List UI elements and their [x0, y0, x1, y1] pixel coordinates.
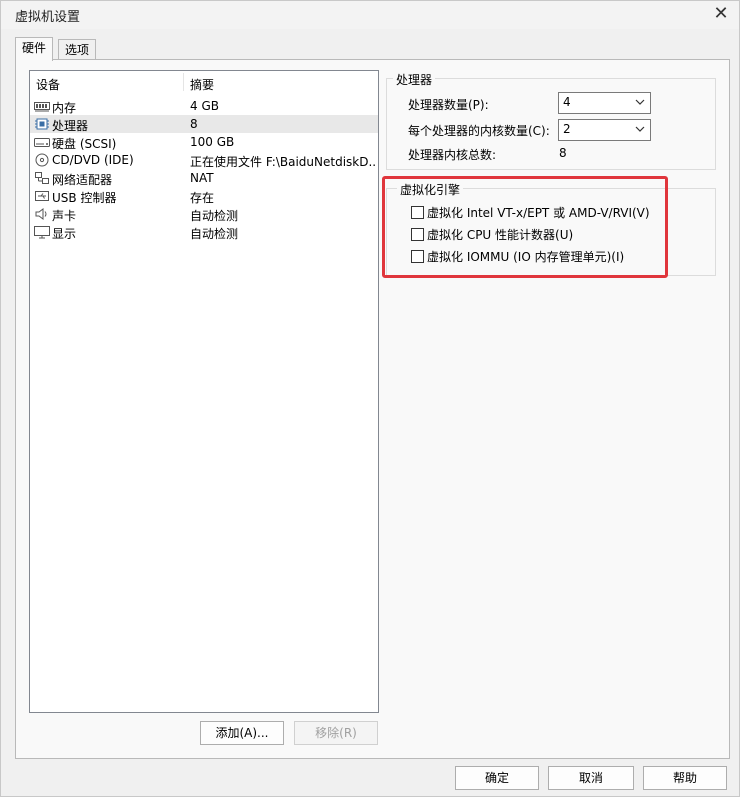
iommu-label[interactable]: 虚拟化 IOMMU (IO 内存管理单元)(I) [427, 248, 624, 265]
virtualization-engine-group-title: 虚拟化引擎 [397, 181, 464, 198]
network-adapter-icon [35, 172, 49, 184]
close-icon[interactable]: ✕ [709, 3, 733, 25]
virtualization-engine-group: 虚拟化引擎 虚拟化 Intel VT-x/EPT 或 AMD-V/RVI(V) … [386, 181, 716, 276]
cpu-perf-counter-checkbox[interactable] [411, 228, 424, 241]
processor-group: 处理器 处理器数量(P): 4 每个处理器的内核数量(C): 2 处理器内核总数… [386, 71, 716, 170]
processor-count-label: 处理器数量(P): [408, 98, 489, 112]
total-cores-value: 8 [559, 146, 567, 160]
device-name: CD/DVD (IDE) [52, 153, 134, 167]
remove-device-button[interactable]: 移除(R) [294, 721, 378, 745]
device-summary: 正在使用文件 F:\BaiduNetdiskD... [190, 155, 376, 169]
column-header-device[interactable]: 设备 [36, 76, 60, 93]
title-bar: 虚拟机设置 ✕ [1, 1, 739, 29]
cores-per-processor-label: 每个处理器的内核数量(C): [408, 124, 550, 138]
device-name: 网络适配器 [52, 173, 113, 187]
device-summary: 自动检测 [190, 209, 239, 223]
processor-group-title: 处理器 [393, 71, 436, 88]
window-title: 虚拟机设置 [15, 10, 81, 25]
sound-icon [35, 208, 47, 220]
device-name: 处理器 [52, 119, 89, 133]
column-separator[interactable] [183, 73, 184, 91]
device-name: 内存 [52, 101, 77, 115]
chevron-down-icon [635, 126, 645, 132]
cores-per-processor-value: 2 [563, 122, 571, 136]
vm-settings-window: 虚拟机设置 ✕ 硬件 选项 设备 摘要 内存 4 GB 处理器 8 硬盘 (SC… [0, 0, 740, 797]
vtx-ept-checkbox[interactable] [411, 206, 424, 219]
display-icon [34, 226, 50, 239]
device-row-cd-dvd[interactable]: CD/DVD (IDE) 正在使用文件 F:\BaiduNetdiskD... [30, 151, 378, 169]
tab-options[interactable]: 选项 [58, 39, 97, 60]
device-row-memory[interactable]: 内存 4 GB [30, 97, 378, 115]
device-summary: NAT [190, 171, 214, 185]
help-button[interactable]: 帮助 [643, 766, 727, 790]
column-header-summary[interactable]: 摘要 [190, 76, 214, 93]
chevron-down-icon [635, 99, 645, 105]
device-row-network-adapter[interactable]: 网络适配器 NAT [30, 169, 378, 187]
add-device-button[interactable]: 添加(A)... [200, 721, 284, 745]
hardware-tab-pane: 设备 摘要 内存 4 GB 处理器 8 硬盘 (SCSI) 100 GB CD/… [15, 59, 730, 759]
processor-count-select[interactable]: 4 [558, 92, 651, 114]
device-summary: 100 GB [190, 135, 235, 149]
processor-count-value: 4 [563, 95, 571, 109]
vtx-ept-label[interactable]: 虚拟化 Intel VT-x/EPT 或 AMD-V/RVI(V) [427, 204, 650, 221]
device-name: USB 控制器 [52, 191, 117, 205]
device-row-harddisk[interactable]: 硬盘 (SCSI) 100 GB [30, 133, 378, 151]
cancel-button[interactable]: 取消 [548, 766, 634, 790]
cpu-icon [35, 118, 49, 130]
ok-button[interactable]: 确定 [455, 766, 539, 790]
device-row-processor[interactable]: 处理器 8 [30, 115, 378, 133]
list-header: 设备 摘要 [30, 71, 378, 93]
tab-hardware-label: 硬件 [22, 41, 47, 55]
device-name: 硬盘 (SCSI) [52, 137, 117, 151]
usb-icon [35, 191, 49, 201]
cd-dvd-icon [35, 153, 49, 167]
device-summary: 8 [190, 117, 198, 131]
device-row-sound[interactable]: 声卡 自动检测 [30, 205, 378, 223]
iommu-checkbox[interactable] [411, 250, 424, 263]
cpu-perf-counter-label[interactable]: 虚拟化 CPU 性能计数器(U) [427, 226, 573, 243]
device-name: 显示 [52, 227, 77, 241]
tab-hardware[interactable]: 硬件 [15, 37, 54, 61]
tab-options-label: 选项 [65, 43, 90, 57]
device-row-usb[interactable]: USB 控制器 存在 [30, 187, 378, 205]
device-list[interactable]: 设备 摘要 内存 4 GB 处理器 8 硬盘 (SCSI) 100 GB CD/… [29, 70, 379, 713]
device-summary: 4 GB [190, 99, 219, 113]
cores-per-processor-select[interactable]: 2 [558, 119, 651, 141]
device-row-display[interactable]: 显示 自动检测 [30, 223, 378, 241]
device-name: 声卡 [52, 209, 77, 223]
memory-icon [34, 102, 50, 112]
harddisk-icon [34, 138, 50, 147]
device-summary: 自动检测 [190, 227, 239, 241]
total-cores-label: 处理器内核总数: [408, 148, 497, 162]
device-summary: 存在 [190, 191, 215, 205]
